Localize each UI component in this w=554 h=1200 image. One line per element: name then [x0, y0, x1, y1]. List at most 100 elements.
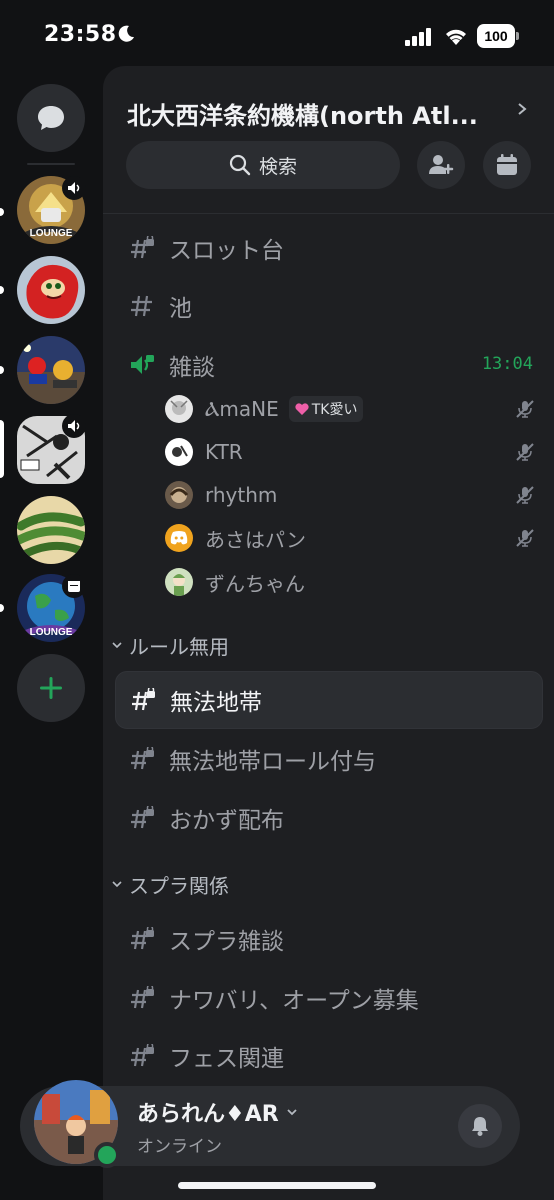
search-icon: [229, 154, 251, 176]
channel-item[interactable]: スロット台: [115, 219, 543, 277]
channel-item[interactable]: 無法地帯ロール付与: [115, 730, 543, 788]
wifi-icon: [446, 29, 466, 45]
signal-icon: [405, 28, 431, 46]
channel-name: 池: [169, 296, 192, 322]
avatar: [165, 524, 193, 552]
mic-muted-icon: [516, 486, 534, 504]
chevron-right-icon[interactable]: [515, 102, 529, 116]
unread-indicator: [0, 366, 4, 374]
direct-messages-button[interactable]: [17, 84, 85, 152]
svg-text:LOUNGE: LOUNGE: [30, 228, 73, 239]
voice-active-badge: [62, 414, 86, 438]
add-server-button[interactable]: [17, 654, 85, 722]
online-status-dot: [94, 1142, 120, 1168]
server-icon-racing[interactable]: [17, 336, 85, 404]
chevron-down-icon: [287, 1109, 297, 1116]
speaker-icon: [68, 182, 80, 194]
voice-user-name: ずんちゃん: [205, 571, 305, 596]
channel-name: 無法地帯: [170, 690, 262, 716]
unread-indicator: [0, 208, 4, 216]
invite-members-button[interactable]: [417, 141, 465, 189]
role-tag: TK愛い: [288, 396, 364, 422]
channel-name: スロット台: [169, 238, 284, 264]
channel-name: おかず配布: [169, 808, 284, 834]
voice-channel-item[interactable]: 雑談 13:04: [115, 336, 543, 394]
unread-indicator: [0, 604, 4, 612]
channel-item[interactable]: スプラ雑談: [115, 910, 543, 968]
bell-icon: [472, 1117, 488, 1136]
notifications-button[interactable]: [458, 1104, 502, 1148]
channel-name: ナワバリ、オープン募集: [169, 988, 419, 1014]
clock: 23:58: [44, 22, 117, 47]
locked-hash-icon: [131, 236, 154, 259]
chevron-down-icon: [112, 881, 122, 888]
channel-item[interactable]: フェス関連: [115, 1027, 543, 1085]
add-user-icon: [429, 155, 454, 174]
voice-user-name: あさはパン: [205, 527, 306, 552]
category-header[interactable]: ルール無用: [111, 630, 229, 660]
battery-indicator: 100: [477, 24, 519, 48]
rail-separator: [27, 163, 75, 165]
locked-hash-icon: [131, 986, 154, 1009]
voice-user-name: rhythm: [205, 483, 278, 507]
channel-name: フェス関連: [169, 1046, 284, 1072]
event-badge: [62, 574, 86, 598]
unread-indicator: [0, 286, 4, 294]
channel-name: 雑談: [169, 355, 215, 381]
user-name-row[interactable]: あられん♦AR: [137, 1096, 299, 1128]
avatar: [165, 568, 193, 596]
locked-hash-icon: [131, 747, 154, 770]
voice-user[interactable]: あさはパン: [165, 518, 535, 558]
channel-panel: 北大西洋条約機構(north Atl... 検索 スロット台 池 雑談 13:0…: [103, 66, 554, 1200]
channel-item[interactable]: 池: [115, 277, 543, 335]
voice-user[interactable]: KTR: [165, 432, 535, 472]
category-header[interactable]: スプラ関係: [111, 869, 229, 899]
speaker-locked-icon: [131, 355, 154, 374]
chevron-down-icon: [112, 642, 122, 649]
user-name: あられん♦AR: [137, 1102, 279, 1127]
server-avatar-image: [17, 336, 85, 404]
channel-item-selected[interactable]: 無法地帯: [115, 671, 543, 729]
speaker-icon: [68, 420, 80, 432]
status-bar: 23:58 100: [0, 0, 554, 70]
search-button[interactable]: 検索: [126, 141, 400, 189]
channel-name: スプラ雑談: [169, 929, 284, 955]
voice-user-name: KTR: [205, 440, 243, 464]
channel-item[interactable]: おかず配布: [115, 789, 543, 847]
battery-level: 100: [477, 24, 515, 48]
chat-bubble-icon: [38, 106, 64, 130]
category-name: ルール無用: [129, 634, 229, 659]
plus-icon: [40, 677, 62, 699]
heart-icon: [295, 403, 309, 415]
selected-indicator: [0, 420, 4, 478]
moon-icon: [118, 25, 134, 42]
avatar: [165, 438, 193, 466]
calendar-icon: [497, 154, 517, 175]
voice-user[interactable]: rhythm: [165, 475, 535, 515]
mic-muted-icon: [516, 529, 534, 547]
locked-hash-icon: [131, 806, 154, 829]
mic-muted-icon: [516, 443, 534, 461]
voice-user[interactable]: ⲀmaNE TK愛い: [165, 389, 535, 429]
voice-user[interactable]: ずんちゃん: [165, 562, 535, 602]
server-rail: LOUNGE LOUNGE: [0, 70, 103, 1200]
hash-icon: [131, 295, 152, 317]
mic-muted-icon: [516, 400, 534, 418]
user-status-text: オンライン: [137, 1137, 222, 1157]
guild-header: 北大西洋条約機構(north Atl... 検索: [103, 66, 554, 214]
guild-name[interactable]: 北大西洋条約機構(north Atl...: [127, 96, 507, 131]
channel-item[interactable]: ナワバリ、オープン募集: [115, 969, 543, 1027]
channel-name: 無法地帯ロール付与: [169, 749, 376, 775]
server-icon-knuckles[interactable]: [17, 256, 85, 324]
voice-user-name: ⲀmaNE: [205, 397, 279, 421]
events-button[interactable]: [483, 141, 531, 189]
locked-hash-icon: [131, 1044, 154, 1067]
calendar-icon: [68, 581, 80, 592]
search-label: 検索: [258, 155, 297, 178]
home-indicator: [178, 1182, 376, 1189]
avatar: [165, 395, 193, 423]
server-icon-green-beans[interactable]: [17, 496, 85, 564]
avatar: [165, 481, 193, 509]
locked-hash-icon: [132, 688, 155, 711]
voice-active-badge: [62, 176, 86, 200]
